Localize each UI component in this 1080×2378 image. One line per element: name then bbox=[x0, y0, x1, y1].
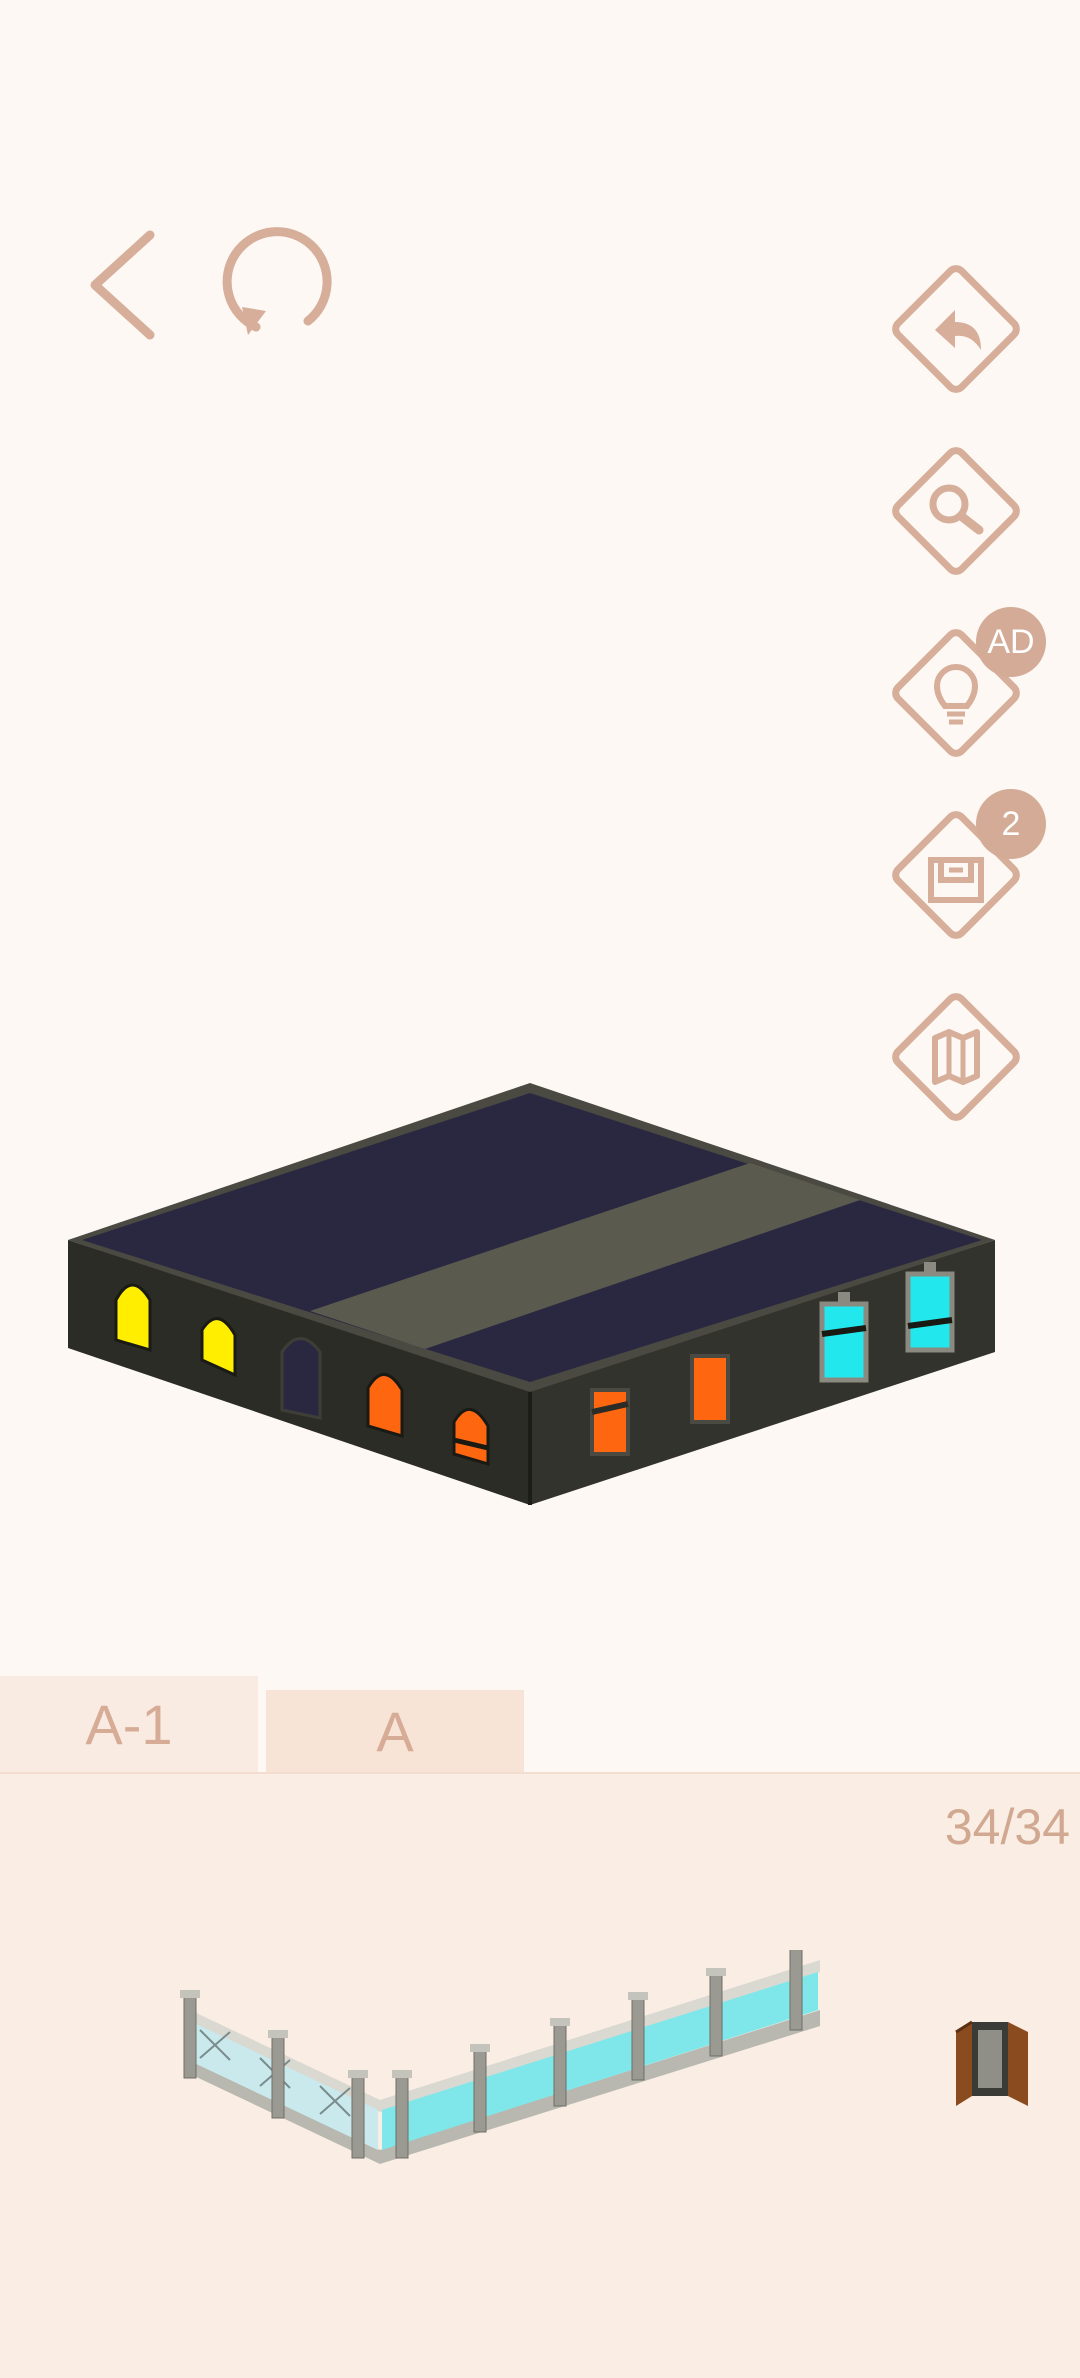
magnifier-icon bbox=[892, 447, 1020, 575]
tab-a-1[interactable]: A-1 bbox=[0, 1676, 258, 1772]
window-cyan-1 bbox=[819, 1301, 869, 1383]
window-orange-2 bbox=[452, 1408, 490, 1467]
zoom-button[interactable] bbox=[885, 440, 1027, 582]
undo-arrow-icon bbox=[892, 265, 1020, 393]
hint-ad-badge: AD bbox=[976, 607, 1046, 677]
storage-count-badge: 2 bbox=[976, 789, 1046, 859]
undo-button[interactable] bbox=[885, 258, 1027, 400]
window-cyan-2 bbox=[905, 1271, 955, 1353]
back-button[interactable] bbox=[80, 225, 170, 345]
window-dark-arch bbox=[280, 1337, 322, 1420]
building-model[interactable] bbox=[0, 1060, 1080, 1520]
window-yellow-1 bbox=[114, 1283, 152, 1353]
window-orange-1 bbox=[366, 1373, 404, 1439]
restart-button[interactable] bbox=[218, 225, 333, 340]
window-shutter-piece[interactable] bbox=[952, 2018, 1032, 2108]
window-orange-3 bbox=[590, 1388, 630, 1456]
railing-piece[interactable] bbox=[170, 1950, 830, 2170]
tab-a[interactable]: A bbox=[266, 1690, 524, 1772]
restart-icon bbox=[222, 227, 332, 335]
chevron-left-icon bbox=[90, 230, 155, 340]
window-orange-4 bbox=[690, 1354, 730, 1424]
piece-counter: 34/34 bbox=[944, 1799, 1070, 1855]
